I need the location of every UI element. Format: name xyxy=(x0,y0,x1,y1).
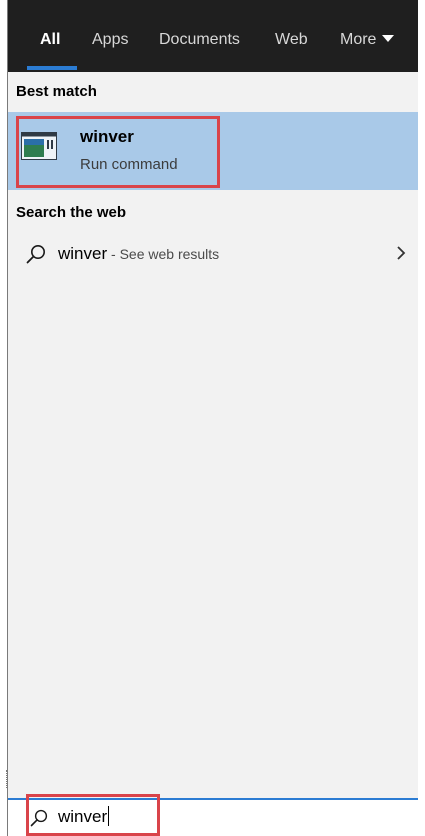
tab-web[interactable]: Web xyxy=(275,28,308,52)
web-result-text: winver - See web results xyxy=(58,244,219,264)
active-tab-indicator xyxy=(27,66,77,70)
web-separator: - xyxy=(107,246,120,262)
tab-bar: All Apps Documents Web More xyxy=(8,0,418,72)
search-web-header: Search the web xyxy=(16,204,127,221)
tab-more[interactable]: More xyxy=(340,28,395,52)
web-query: winver xyxy=(58,244,108,263)
caret-down-icon xyxy=(382,35,395,42)
best-match-header: Best match xyxy=(16,83,97,100)
web-hint: See web results xyxy=(119,246,220,262)
highlight-box-best-match xyxy=(16,116,220,188)
tab-documents[interactable]: Documents xyxy=(159,28,240,52)
highlight-box-search-input xyxy=(26,794,160,836)
chevron-right-icon[interactable] xyxy=(394,244,408,262)
tab-all[interactable]: All xyxy=(40,28,60,52)
tab-apps[interactable]: Apps xyxy=(92,28,128,52)
tab-more-label: More xyxy=(340,31,377,48)
search-icon xyxy=(26,245,45,264)
window-left-edge xyxy=(0,0,8,836)
